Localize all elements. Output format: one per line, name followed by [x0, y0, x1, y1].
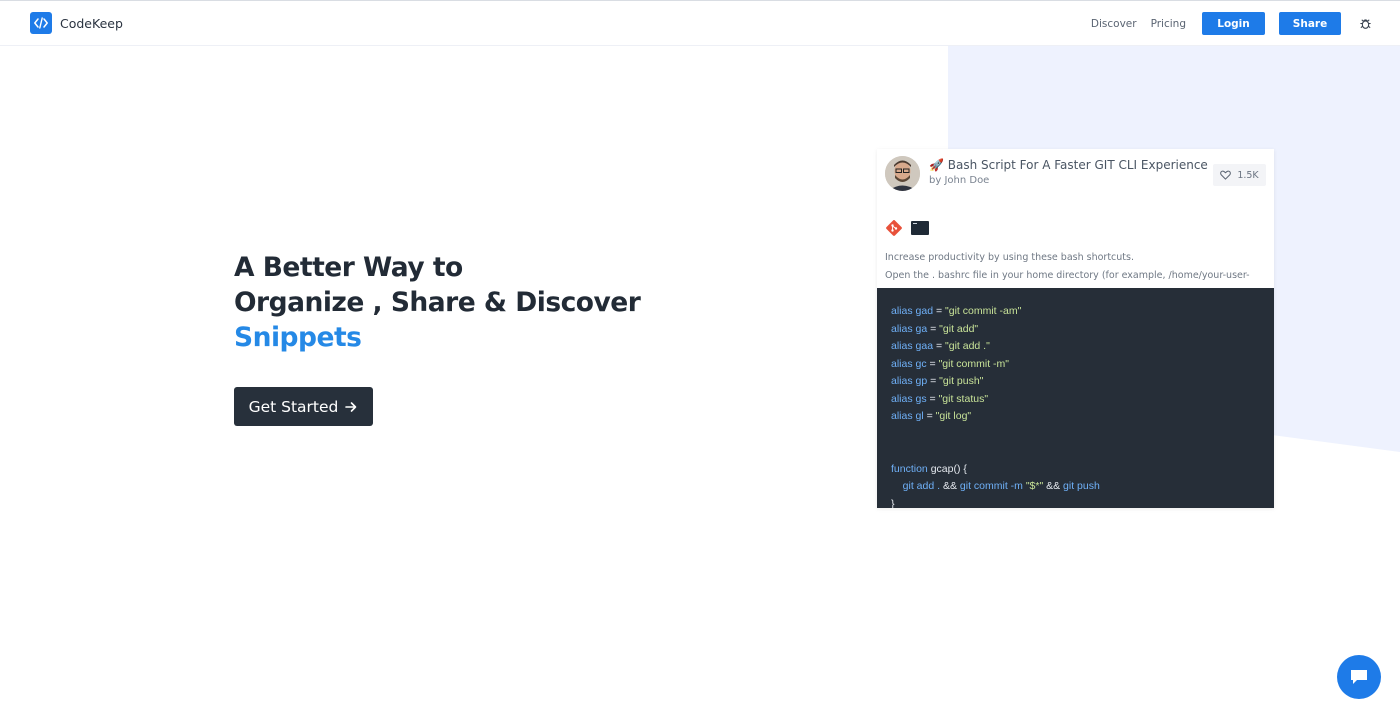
get-started-button[interactable]: Get Started	[234, 387, 373, 426]
code-text: =	[927, 322, 940, 335]
like-button[interactable]: 1.5K	[1213, 164, 1266, 186]
hero-line-1: A Better Way to	[234, 252, 463, 283]
code-logo-icon	[30, 12, 52, 34]
code-line: git add . && git commit -m "$*" && git p…	[891, 478, 1260, 496]
code-line: alias ga = "git add"	[891, 321, 1260, 339]
code-keyword: alias ga	[891, 322, 928, 335]
code-keyword: git push	[1063, 480, 1100, 492]
code-string: "git status"	[938, 392, 989, 405]
snippet-author[interactable]: by John Doe	[929, 175, 989, 186]
snippet-card[interactable]: 🚀 Bash Script For A Faster GIT CLI Exper…	[877, 149, 1274, 508]
code-string: "$*"	[1025, 480, 1044, 492]
snippet-description: Increase productivity by using these bas…	[885, 249, 1250, 285]
code-text: =	[927, 375, 940, 387]
chat-widget-button[interactable]	[1337, 655, 1381, 699]
main-nav: Discover Pricing Login Share	[1091, 12, 1372, 35]
description-line: Increase productivity by using these bas…	[885, 252, 1134, 263]
brand[interactable]: CodeKeep	[30, 12, 123, 34]
code-text: =	[923, 410, 936, 422]
code-string: "git push"	[939, 375, 984, 387]
snippet-title[interactable]: 🚀 Bash Script For A Faster GIT CLI Exper…	[929, 158, 1208, 172]
brand-name: CodeKeep	[60, 15, 123, 31]
code-string: "git add ."	[945, 340, 990, 352]
arrow-right-icon	[345, 401, 357, 412]
code-text: &&	[940, 480, 960, 492]
code-text: gcap() {	[927, 462, 967, 475]
bug-icon[interactable]	[1358, 17, 1372, 31]
code-keyword: git add .	[902, 480, 941, 492]
nav-discover[interactable]: Discover	[1091, 18, 1137, 30]
heart-icon	[1220, 170, 1232, 180]
hero-line-2: Organize , Share & Discover	[234, 287, 641, 318]
code-text: =	[926, 357, 939, 370]
rocket-emoji: 🚀	[929, 158, 944, 172]
code-keyword: alias gl	[891, 410, 924, 422]
code-keyword: alias gad	[891, 305, 934, 317]
login-button[interactable]: Login	[1202, 12, 1265, 35]
code-line: alias gp = "git push"	[891, 373, 1260, 391]
code-text: =	[933, 305, 945, 317]
code-string: "git commit -am"	[945, 305, 1022, 317]
code-string: "git log"	[935, 410, 972, 422]
code-text: }	[891, 497, 895, 509]
code-line: alias gaa = "git add ."	[891, 338, 1260, 356]
code-text: &&	[1043, 480, 1064, 492]
code-keyword: alias gc	[891, 357, 927, 370]
code-line: }	[891, 496, 1260, 509]
code-keyword: alias gp	[891, 375, 928, 387]
code-line: alias gad = "git commit -am"	[891, 303, 1260, 321]
chat-bubble-icon	[1351, 670, 1367, 684]
code-block[interactable]: alias gad = "git commit -am" alias ga = "…	[877, 288, 1274, 508]
code-keyword: alias gs	[891, 392, 927, 405]
get-started-label: Get Started	[248, 397, 339, 416]
hero-line-3: Snippets	[234, 322, 362, 353]
git-icon[interactable]	[885, 219, 903, 237]
code-string: "git add"	[939, 322, 979, 335]
snippet-tags	[885, 219, 929, 237]
hero-heading: A Better Way to Organize , Share & Disco…	[234, 250, 641, 355]
code-keyword: alias gaa	[891, 340, 934, 352]
nav-pricing[interactable]: Pricing	[1151, 18, 1186, 30]
code-string: "git commit -m"	[938, 357, 1010, 370]
code-keyword: git commit -m	[959, 480, 1023, 492]
terminal-icon[interactable]	[911, 221, 929, 235]
top-navbar: CodeKeep Discover Pricing Login Share	[0, 1, 1400, 46]
code-text: =	[926, 392, 939, 405]
share-button[interactable]: Share	[1279, 12, 1341, 35]
code-line: alias gl = "git log"	[891, 408, 1260, 426]
snippet-title-text: Bash Script For A Faster GIT CLI Experie…	[947, 158, 1208, 172]
like-count: 1.5K	[1237, 169, 1259, 181]
code-line: alias gs = "git status"	[891, 391, 1260, 409]
code-line: alias gc = "git commit -m"	[891, 356, 1260, 374]
code-keyword: function	[891, 462, 928, 475]
author-avatar[interactable]	[885, 156, 920, 191]
description-line: Open the . bashrc file in your home dire…	[885, 270, 1250, 281]
code-text: =	[933, 340, 945, 352]
code-line: function gcap() {	[891, 461, 1260, 479]
